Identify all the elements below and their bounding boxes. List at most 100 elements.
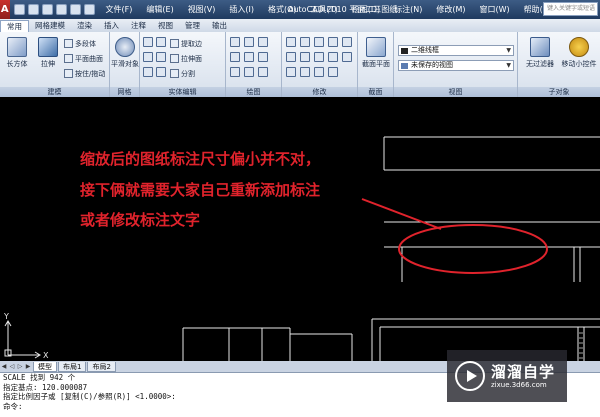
panel-title-modify[interactable]: 修改 (282, 87, 357, 97)
first-tab-arrow-icon[interactable]: ◀ (0, 362, 8, 371)
stretch-icon[interactable] (328, 52, 338, 62)
box-button[interactable]: 长方体 (2, 35, 32, 77)
save-icon[interactable] (41, 4, 53, 15)
polygon-icon[interactable] (230, 67, 240, 77)
array-icon[interactable] (286, 67, 296, 77)
open-file-icon[interactable] (27, 4, 39, 15)
redo-icon[interactable] (69, 4, 81, 15)
arc-icon[interactable] (258, 37, 268, 47)
panel-subobject: 无过滤器 移动小控件 子对象 (518, 32, 600, 97)
annotation-line-2: 接下俩就需要大家自己重新添加标注 (80, 181, 321, 199)
presspull-button[interactable]: 按住/拖动 (64, 68, 105, 79)
fillet-icon[interactable] (342, 37, 352, 47)
slice-icon[interactable] (156, 52, 166, 62)
union-icon[interactable] (143, 37, 153, 47)
rotate-icon[interactable] (300, 37, 310, 47)
ellipse-icon[interactable] (258, 52, 268, 62)
tab-manage[interactable]: 管理 (179, 20, 206, 32)
drawing-area[interactable]: Y X 缩放后的图纸标注尺寸偏小并不对， 接下俩就需要大家自己重新添加标注 或者… (0, 97, 600, 361)
extract-edges-button[interactable]: 提取边 (170, 38, 202, 49)
tab-home[interactable]: 常用 (0, 20, 29, 32)
spline-icon[interactable] (258, 67, 268, 77)
trim-icon[interactable] (314, 37, 324, 47)
search-input[interactable]: 键入关键字或短语 (543, 2, 598, 16)
new-file-icon[interactable] (13, 4, 25, 15)
panel-title-view[interactable]: 视图 (394, 87, 517, 97)
ribbon: 长方体 拉伸 多段体 平面曲面 按住/拖动 建模 平滑对象 网格 提取边 拉伸面… (0, 32, 600, 97)
polysolid-icon (64, 39, 73, 48)
prev-tab-arrow-icon[interactable]: ◁ (8, 362, 16, 371)
line-icon[interactable] (230, 37, 240, 47)
planar-surface-button[interactable]: 平面曲面 (64, 53, 103, 64)
explode-icon[interactable] (314, 67, 324, 77)
copy-icon[interactable] (286, 52, 296, 62)
scale-icon[interactable] (342, 52, 352, 62)
panel-title-solid-editing[interactable]: 实体编辑 (140, 87, 225, 97)
watermark-text: 溜溜自学 zixue.3d66.com (491, 363, 555, 390)
visual-style-dropdown[interactable]: 二维线框 ▼ (398, 45, 514, 56)
menu-file[interactable]: 文件(F) (99, 0, 140, 19)
panel-title-subobject[interactable]: 子对象 (518, 87, 600, 97)
panel-title-mesh[interactable]: 网格 (110, 87, 139, 97)
polyline-icon[interactable] (244, 37, 254, 47)
subtract-icon[interactable] (143, 52, 153, 62)
interfere-icon[interactable] (156, 37, 166, 47)
panel-modeling: 长方体 拉伸 多段体 平面曲面 按住/拖动 建模 (0, 32, 110, 97)
command-prompt[interactable]: 命令: (0, 402, 600, 412)
panel-title-draw[interactable]: 绘图 (226, 87, 281, 97)
annotation-arrow-line (361, 198, 442, 230)
menu-insert[interactable]: 插入(I) (222, 0, 261, 19)
move-gizmo-button[interactable]: 移动小控件 (560, 35, 598, 77)
panel-title-section[interactable]: 截面 (358, 87, 393, 97)
offset-icon[interactable] (314, 52, 324, 62)
extrude-faces-button[interactable]: 拉伸面 (170, 53, 202, 64)
separate-button[interactable]: 分割 (170, 68, 195, 79)
rectangle-icon[interactable] (230, 52, 240, 62)
tab-render[interactable]: 渲染 (71, 20, 98, 32)
join-icon[interactable] (328, 67, 338, 77)
section-plane-button[interactable]: 截面平面 (361, 35, 391, 77)
tab-layout1[interactable]: 布局1 (58, 361, 87, 372)
tab-insert[interactable]: 插入 (98, 20, 125, 32)
thicken-icon[interactable] (156, 67, 166, 77)
panel-mesh: 平滑对象 网格 (110, 32, 140, 97)
panel-title-modeling[interactable]: 建模 (0, 87, 109, 97)
panel-modify: 修改 (282, 32, 358, 97)
application-menu-button[interactable]: A (0, 0, 10, 19)
no-filter-label: 无过滤器 (526, 60, 554, 68)
tab-mesh-modeling[interactable]: 网格建模 (29, 20, 71, 32)
extend-icon[interactable] (328, 37, 338, 47)
tab-output[interactable]: 输出 (206, 20, 233, 32)
autocad-logo-icon: A (0, 4, 9, 15)
print-icon[interactable] (83, 4, 95, 15)
polysolid-label: 多段体 (75, 39, 96, 48)
menu-modify[interactable]: 修改(M) (429, 0, 472, 19)
polysolid-button[interactable]: 多段体 (64, 38, 96, 49)
last-tab-arrow-icon[interactable]: ▶ (24, 362, 32, 371)
extrude-faces-icon (170, 54, 179, 63)
intersect-icon[interactable] (143, 67, 153, 77)
extrude-button[interactable]: 拉伸 (33, 35, 63, 77)
hatch-icon[interactable] (244, 67, 254, 77)
tab-layout2[interactable]: 布局2 (87, 361, 116, 372)
saved-view-value: 未保存的视图 (411, 61, 453, 69)
next-tab-arrow-icon[interactable]: ▷ (16, 362, 24, 371)
menu-edit[interactable]: 编辑(E) (139, 0, 180, 19)
window-title: AutoCAD 2010 平面二三图纸 (288, 5, 398, 14)
mirror-icon[interactable] (300, 52, 310, 62)
saved-view-dropdown[interactable]: 未保存的视图 ▼ (398, 60, 514, 71)
move-icon[interactable] (286, 37, 296, 47)
presspull-icon (64, 69, 73, 78)
tab-annotate[interactable]: 注释 (125, 20, 152, 32)
smooth-object-button[interactable]: 平滑对象 (110, 35, 140, 77)
tab-model[interactable]: 模型 (33, 361, 57, 372)
watermark-url: zixue.3d66.com (491, 380, 547, 389)
circle-icon[interactable] (244, 52, 254, 62)
tab-view[interactable]: 视图 (152, 20, 179, 32)
box-label: 长方体 (6, 60, 28, 68)
menu-window[interactable]: 窗口(W) (473, 0, 517, 19)
menu-view[interactable]: 视图(V) (181, 0, 223, 19)
erase-icon[interactable] (300, 67, 310, 77)
undo-icon[interactable] (55, 4, 67, 15)
no-filter-button[interactable]: 无过滤器 (522, 35, 558, 77)
